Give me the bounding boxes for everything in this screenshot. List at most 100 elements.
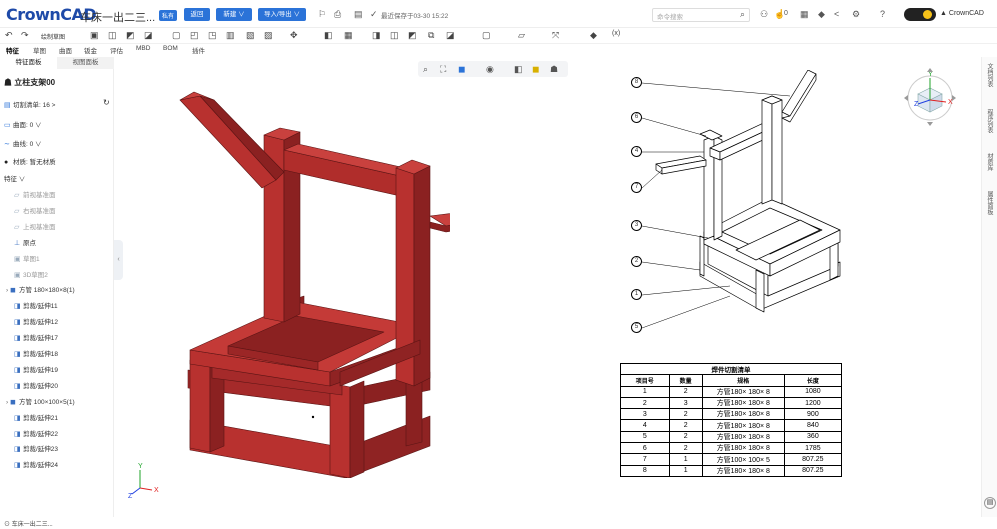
undo-icon[interactable]: ↶ (5, 30, 13, 41)
theme-toggle[interactable] (904, 8, 936, 21)
variables-icon[interactable]: (x) (612, 30, 620, 37)
hole-icon[interactable]: ▨ (264, 30, 273, 41)
chat-icon[interactable]: ▤ (984, 497, 996, 509)
program-list-label: 程序列表 (986, 109, 992, 133)
gusset-icon[interactable]: ⧉ (428, 30, 434, 41)
plane-tool-icon[interactable]: ▱ (518, 30, 525, 41)
cut-list-row[interactable]: ▤ 切割清单: 16 > (4, 99, 55, 109)
table-cell: 3 (620, 408, 670, 421)
grid-icon[interactable]: ▦ (344, 30, 353, 41)
table-row: 6 2 方管180× 180× 8 1785 (620, 442, 843, 455)
endcap-icon[interactable]: ◪ (446, 30, 455, 41)
settings-icon[interactable]: ⚙ (852, 9, 860, 20)
section-icon[interactable]: ◧ (514, 64, 523, 75)
tree-item[interactable]: › ◼ 方管 180×180×8(1) (6, 284, 75, 294)
tab-feature-panel[interactable]: 特征面板 (0, 57, 57, 69)
weldment-icon[interactable]: ◨ (372, 30, 381, 41)
trim-extend-icon[interactable]: ◩ (408, 30, 417, 41)
tab-sketch[interactable]: 草图 (33, 45, 46, 55)
curve-row[interactable]: ∼ 曲线: 0 ∨ (4, 138, 42, 148)
comment-icon[interactable]: ◆ (818, 9, 825, 20)
features-header[interactable]: 特征 ∨ (4, 173, 25, 183)
structure-icon[interactable]: ◫ (390, 30, 399, 41)
tree-item[interactable]: ⊥ 原点 (14, 237, 36, 247)
tree-item[interactable]: › ◼ 方管 100×100×5(1) (6, 396, 75, 406)
print-icon[interactable]: ⎙ (334, 9, 341, 20)
tree-item[interactable]: ▱ 上视基准面 (14, 221, 56, 231)
material-row[interactable]: ● 材质: 暂无材质 (4, 156, 56, 166)
tab-view-panel[interactable]: 视图面板 (57, 57, 114, 69)
extrude-icon[interactable]: ▣ (90, 30, 99, 41)
sweep-icon[interactable]: ◩ (126, 30, 135, 41)
tree-item[interactable]: ◨ 剪裁/延伸24 (14, 459, 58, 469)
tree-item[interactable]: ▱ 前视基准面 (14, 189, 56, 199)
tab-evaluate[interactable]: 评估 (110, 45, 123, 55)
tree-item[interactable]: ▣ 3D草图2 (14, 269, 48, 279)
material-lib-tab[interactable]: 材质库 (985, 153, 994, 171)
boolean-icon[interactable]: ◧ (324, 30, 333, 41)
tab-mbd[interactable]: MBD (136, 45, 150, 52)
search-icon[interactable]: ⌕ (740, 9, 745, 20)
help-icon[interactable]: ? (880, 9, 885, 19)
doc-list-tab[interactable]: 文档列表 (985, 63, 994, 87)
tree-item[interactable]: ◨ 剪裁/延伸11 (14, 300, 58, 310)
document-title[interactable]: 车床一出二三... (80, 9, 155, 25)
tab-bom[interactable]: BOM (163, 45, 178, 52)
table-cell: 1200 (783, 396, 843, 410)
tree-item[interactable]: ◨ 剪裁/延伸20 (14, 380, 58, 390)
reference-icon[interactable]: ▢ (482, 30, 491, 41)
tag-icon[interactable]: ◆ (590, 30, 597, 41)
axis-tool-icon[interactable]: ⤧ (552, 30, 559, 41)
loft-icon[interactable]: ◪ (144, 30, 153, 41)
revolve-icon[interactable]: ◫ (108, 30, 117, 41)
tree-item[interactable]: ◨ 剪裁/延伸18 (14, 348, 58, 358)
tree-item[interactable]: ◨ 剪裁/延伸19 (14, 364, 58, 374)
chamfer-icon[interactable]: ◳ (208, 30, 217, 41)
user-menu[interactable]: ▲ CrownCAD (940, 10, 984, 17)
tree-item[interactable]: ◨ 剪裁/延伸12 (14, 316, 58, 326)
flag-icon[interactable]: ⚐ (318, 9, 326, 20)
new-button[interactable]: 新建 ∨ (216, 8, 252, 21)
surface-row[interactable]: ▭ 曲面: 0 ∨ (4, 119, 42, 129)
sketch-button[interactable]: 绘制草图 (41, 32, 65, 41)
redo-icon[interactable]: ↷ (21, 30, 29, 41)
fit-view-icon[interactable]: ⛶ (440, 64, 446, 75)
save-icon[interactable]: ▤ (354, 9, 363, 20)
cut-icon[interactable]: ▢ (172, 30, 181, 41)
refresh-icon[interactable]: ↻ (103, 98, 110, 107)
tab-sheetmetal[interactable]: 钣金 (84, 45, 97, 55)
visibility-icon[interactable]: ◉ (486, 64, 494, 75)
table-cell: 900 (783, 408, 843, 421)
share-icon[interactable]: < (834, 9, 839, 19)
axis-z-label: Z (128, 493, 133, 500)
tab-features[interactable]: 特征 (6, 45, 19, 55)
tree-item[interactable]: ◨ 剪裁/延伸17 (14, 332, 58, 342)
property-panel-tab[interactable]: 属性面板 (985, 191, 994, 215)
tab-plugins[interactable]: 插件 (192, 45, 205, 55)
draft-icon[interactable]: ▧ (246, 30, 255, 41)
view-orientation-icon[interactable]: ◼ (458, 64, 465, 75)
display-style-icon[interactable]: ◼ (532, 64, 539, 75)
notes-icon[interactable]: ▦ (800, 9, 809, 20)
command-search-input[interactable]: 命令搜索 (652, 8, 750, 22)
fillet-icon[interactable]: ◰ (190, 30, 199, 41)
import-export-button[interactable]: 导入/导出 ∨ (258, 8, 306, 21)
tab-surface[interactable]: 曲面 (59, 45, 72, 55)
balloon-callout: 2 (631, 256, 642, 267)
3d-model-view[interactable] (120, 78, 450, 478)
share-people-icon[interactable]: ⚇ (760, 9, 768, 20)
return-button[interactable]: 返回 (184, 8, 210, 21)
tree-item[interactable]: ◨ 剪裁/延伸23 (14, 443, 58, 453)
origin-dot (311, 415, 315, 419)
shell-icon[interactable]: ▥ (226, 30, 235, 41)
program-list-tab[interactable]: 程序列表 (985, 109, 994, 133)
zoom-icon[interactable]: ⌕ (423, 64, 428, 75)
tree-item[interactable]: ◨ 剪裁/延伸21 (14, 412, 58, 422)
view-cube[interactable]: Y X Z (898, 64, 962, 128)
tree-item[interactable]: ▣ 草图1 (14, 253, 40, 263)
tree-item[interactable]: ◨ 剪裁/延伸22 (14, 428, 58, 438)
tree-item[interactable]: ▱ 右视基准面 (14, 205, 56, 215)
render-icon[interactable]: ☗ (550, 64, 558, 75)
pattern-icon[interactable]: ✥ (290, 30, 298, 41)
plane-icon: ▱ (14, 192, 20, 199)
